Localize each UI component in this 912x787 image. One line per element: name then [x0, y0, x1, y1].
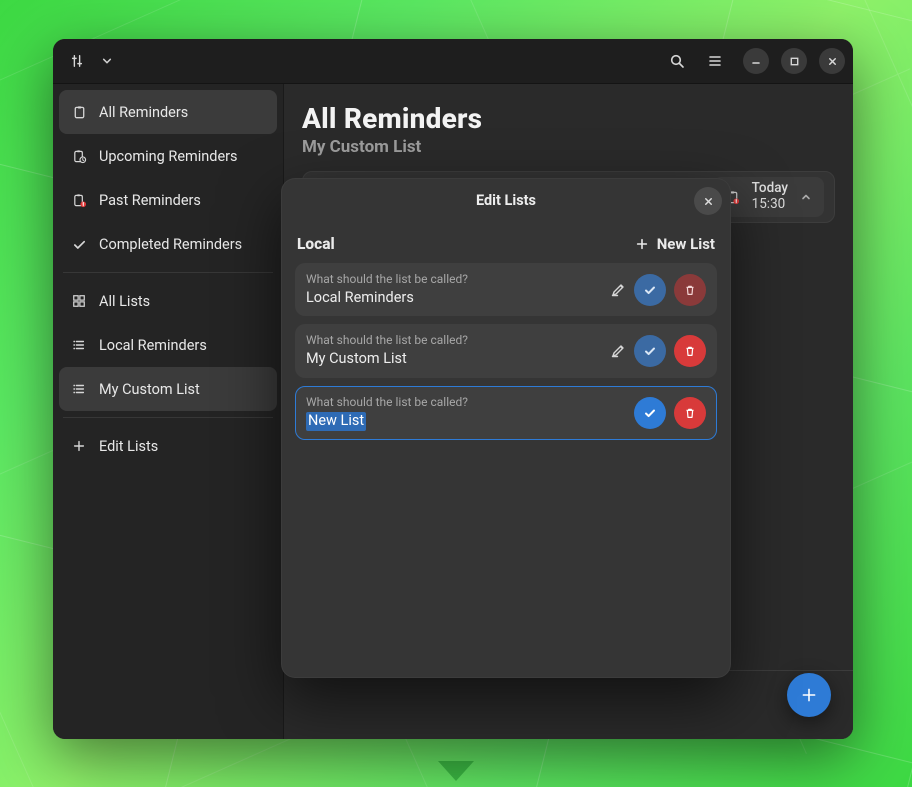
sidebar-item-all-lists[interactable]: All Lists [59, 279, 277, 323]
add-reminder-button[interactable] [787, 673, 831, 717]
close-button[interactable] [819, 48, 845, 74]
sidebar-item-label: Completed Reminders [99, 236, 242, 253]
edit-lists-dialog: Edit Lists Local New List What should th… [281, 178, 731, 678]
app-menu-chevron-icon[interactable] [97, 45, 117, 77]
bottom-strip [284, 670, 853, 739]
delete-button[interactable] [674, 397, 706, 429]
page-title: All Reminders [302, 102, 835, 135]
sidebar-item-label: Edit Lists [99, 438, 158, 455]
confirm-button[interactable] [634, 397, 666, 429]
input-value: New List [306, 412, 366, 431]
list-icon [71, 381, 87, 397]
app-menu-icon[interactable] [61, 45, 93, 77]
chevron-up-icon [800, 191, 812, 203]
sidebar-item-label: Local Reminders [99, 337, 207, 354]
sidebar-item-upcoming[interactable]: Upcoming Reminders [59, 134, 277, 178]
confirm-button[interactable] [634, 274, 666, 306]
confirm-button[interactable] [634, 335, 666, 367]
time-label: 15:30 [752, 197, 788, 213]
sidebar-item-label: Past Reminders [99, 192, 201, 209]
maximize-button[interactable] [781, 48, 807, 74]
minimize-button[interactable] [743, 48, 769, 74]
input-placeholder: What should the list be called? [306, 333, 600, 349]
titlebar [53, 39, 853, 84]
app-window: All Reminders Upcoming Reminders Past Re… [53, 39, 853, 739]
sidebar-item-label: My Custom List [99, 381, 200, 398]
plus-icon [71, 438, 87, 454]
sidebar-item-local-reminders[interactable]: Local Reminders [59, 323, 277, 367]
list-name-input[interactable]: What should the list be called? New List [306, 395, 624, 431]
list-group-title: Local [297, 235, 335, 253]
list-row: What should the list be called? New List [295, 386, 717, 440]
list-row: What should the list be called? Local Re… [295, 263, 717, 316]
list-name-input[interactable]: What should the list be called? Local Re… [306, 272, 600, 307]
input-placeholder: What should the list be called? [306, 272, 600, 288]
date-label: Today [752, 181, 788, 197]
input-value: My Custom List [306, 350, 600, 369]
sidebar-item-my-custom-list[interactable]: My Custom List [59, 367, 277, 411]
sidebar-item-past[interactable]: Past Reminders [59, 178, 277, 222]
clipboard-alert-icon [71, 192, 87, 208]
check-icon [71, 236, 87, 252]
page-subtitle: My Custom List [302, 137, 835, 157]
sidebar-separator [63, 272, 273, 273]
plus-icon [635, 237, 649, 251]
sidebar: All Reminders Upcoming Reminders Past Re… [53, 84, 284, 739]
sidebar-item-all-reminders[interactable]: All Reminders [59, 90, 277, 134]
input-value: Local Reminders [306, 289, 600, 308]
clipboard-icon [71, 104, 87, 120]
dialog-close-button[interactable] [694, 187, 722, 215]
input-placeholder: What should the list be called? [306, 395, 624, 411]
sidebar-item-label: All Lists [99, 293, 150, 310]
list-name-input[interactable]: What should the list be called? My Custo… [306, 333, 600, 368]
edit-icon[interactable] [610, 343, 626, 359]
search-icon[interactable] [661, 45, 693, 77]
dialog-title: Edit Lists [281, 178, 731, 223]
list-icon [71, 337, 87, 353]
sidebar-item-label: Upcoming Reminders [99, 148, 238, 165]
sidebar-item-label: All Reminders [99, 104, 188, 121]
sidebar-separator [63, 417, 273, 418]
new-list-button[interactable]: New List [635, 235, 715, 253]
delete-button[interactable] [674, 335, 706, 367]
hamburger-menu-icon[interactable] [699, 45, 731, 77]
edit-icon[interactable] [610, 282, 626, 298]
sidebar-item-completed[interactable]: Completed Reminders [59, 222, 277, 266]
new-list-label: New List [657, 235, 715, 253]
clipboard-clock-icon [71, 148, 87, 164]
delete-button[interactable] [674, 274, 706, 306]
list-row: What should the list be called? My Custo… [295, 324, 717, 377]
grid-icon [71, 293, 87, 309]
sidebar-item-edit-lists[interactable]: Edit Lists [59, 424, 277, 468]
